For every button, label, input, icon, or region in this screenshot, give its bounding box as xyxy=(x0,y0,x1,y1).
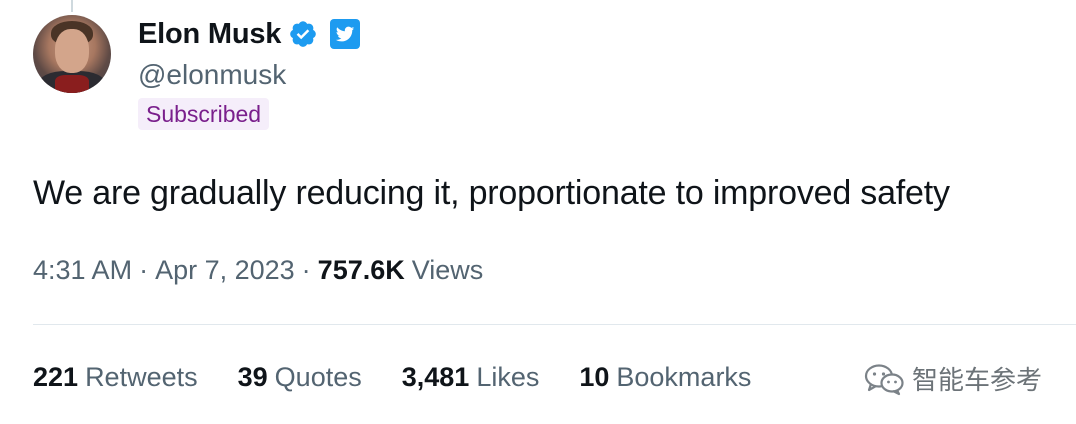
avatar-shirt-detail xyxy=(55,75,89,93)
author-handle[interactable]: @elonmusk xyxy=(138,59,286,91)
stat-likes[interactable]: 3,481 Likes xyxy=(402,362,540,393)
name-row: Elon Musk xyxy=(138,17,361,51)
views-count[interactable]: 757.6K xyxy=(318,255,405,286)
watermark: 智能车参考 xyxy=(862,360,1042,397)
meta-separator: · xyxy=(301,255,311,285)
tweet-text: We are gradually reducing it, proportion… xyxy=(33,174,950,212)
wechat-icon xyxy=(864,363,904,395)
tweet-time[interactable]: 4:31 AM xyxy=(33,255,132,286)
stat-bookmarks[interactable]: 10 Bookmarks xyxy=(579,362,751,393)
meta-separator: · xyxy=(139,255,149,285)
divider xyxy=(33,324,1076,325)
tweet-header: Elon Musk @elonmusk Subscribed xyxy=(138,17,361,130)
engagement-stats: 221 Retweets 39 Quotes 3,481 Likes 10 Bo… xyxy=(33,362,791,393)
avatar-face xyxy=(55,29,89,73)
watermark-text: 智能车参考 xyxy=(912,365,1043,395)
stat-count: 221 xyxy=(33,362,79,392)
stat-quotes[interactable]: 39 Quotes xyxy=(238,362,362,393)
stat-count: 3,481 xyxy=(401,362,470,392)
stat-count: 39 xyxy=(237,362,268,392)
stat-retweets[interactable]: 221 Retweets xyxy=(33,362,198,393)
stat-label: Quotes xyxy=(274,362,362,392)
tweet-meta: 4:31 AM · Apr 7, 2023 · 757.6K Views xyxy=(33,255,483,286)
thread-connector-line xyxy=(71,0,73,12)
views-label[interactable]: Views xyxy=(412,255,484,286)
tweet-date[interactable]: Apr 7, 2023 xyxy=(155,255,295,286)
stat-count: 10 xyxy=(579,362,610,392)
stat-label: Likes xyxy=(476,362,540,392)
subscribed-badge: Subscribed xyxy=(138,98,270,130)
author-name[interactable]: Elon Musk xyxy=(138,18,281,51)
stat-label: Bookmarks xyxy=(616,362,752,392)
verified-badge-icon[interactable] xyxy=(288,19,318,49)
stat-label: Retweets xyxy=(85,362,198,392)
avatar[interactable] xyxy=(33,15,111,93)
twitter-bird-icon xyxy=(330,19,361,49)
